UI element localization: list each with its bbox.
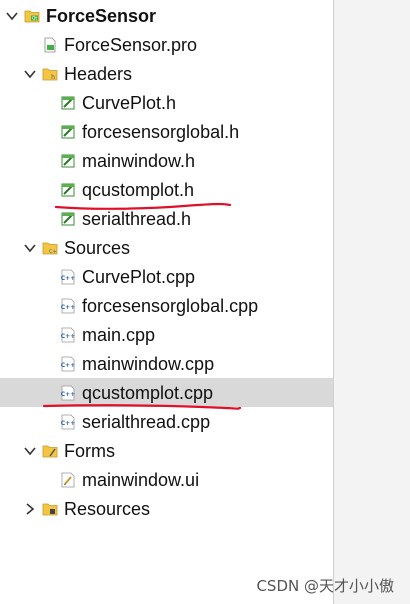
project-tree: Qt ForceSensor ForceSensor.pro h Headers…	[0, 0, 333, 604]
tree-item-source-file[interactable]: C++ serialthread.cpp	[0, 407, 333, 436]
tree-item-label: mainwindow.h	[82, 150, 196, 171]
tree-item-header-file[interactable]: qcustomplot.h	[0, 175, 333, 204]
chevron-down-icon[interactable]	[24, 445, 36, 457]
cpp-file-icon: C++	[60, 327, 76, 343]
tree-item-label: mainwindow.cpp	[82, 353, 215, 374]
tree-item-form-file[interactable]: mainwindow.ui	[0, 465, 333, 494]
forms-folder-icon	[42, 443, 58, 459]
tree-item-label: Resources	[64, 498, 151, 519]
tree-item-forms[interactable]: Forms	[0, 436, 333, 465]
cpp-file-icon: C++	[60, 414, 76, 430]
editor-pane	[334, 0, 410, 604]
project-explorer: Qt ForceSensor ForceSensor.pro h Headers…	[0, 0, 410, 604]
project-name: ForceSensor	[46, 5, 157, 26]
tree-item-header-file[interactable]: CurvePlot.h	[0, 88, 333, 117]
tree-item-label: serialthread.cpp	[82, 411, 211, 432]
tree-item-source-file[interactable]: C++ main.cpp	[0, 320, 333, 349]
svg-text:C++: C++	[61, 275, 75, 282]
tree-item-label: qcustomplot.cpp	[82, 382, 214, 403]
tree-item-label: ForceSensor.pro	[64, 34, 198, 55]
ui-file-icon	[60, 472, 76, 488]
tree-item-source-file[interactable]: C++ mainwindow.cpp	[0, 349, 333, 378]
tree-item-headers[interactable]: h Headers	[0, 59, 333, 88]
svg-text:Qt: Qt	[32, 15, 38, 21]
chevron-right-icon[interactable]	[24, 502, 36, 515]
watermark: CSDN @天才小小傲	[256, 577, 394, 595]
tree-item-header-file[interactable]: serialthread.h	[0, 204, 333, 233]
tree-item-label: serialthread.h	[82, 208, 192, 229]
header-file-icon	[60, 211, 76, 227]
resources-folder-icon	[42, 501, 58, 517]
tree-item-label: Forms	[64, 440, 115, 461]
project-folder-icon: Qt	[24, 8, 40, 24]
sources-folder-icon: C+	[42, 240, 58, 256]
chevron-down-icon[interactable]	[6, 10, 18, 22]
cpp-file-icon: C++	[60, 356, 76, 372]
chevron-down-icon[interactable]	[24, 68, 36, 80]
tree-item-label: CurvePlot.h	[82, 92, 177, 113]
header-file-icon	[60, 153, 76, 169]
header-file-icon	[60, 124, 76, 140]
cpp-file-icon: C++	[60, 385, 76, 401]
svg-text:h: h	[51, 74, 55, 81]
chevron-down-icon[interactable]	[24, 242, 36, 254]
tree-item-label: forcesensorglobal.cpp	[82, 295, 259, 316]
tree-item-label: CurvePlot.cpp	[82, 266, 196, 287]
cpp-file-icon: C++	[60, 269, 76, 285]
tree-item-source-file[interactable]: C++ CurvePlot.cpp	[0, 262, 333, 291]
svg-text:C++: C++	[61, 304, 75, 311]
tree-item-label: forcesensorglobal.h	[82, 121, 240, 142]
svg-text:C++: C++	[61, 391, 75, 398]
tree-item-label: mainwindow.ui	[82, 469, 200, 490]
cpp-file-icon: C++	[60, 298, 76, 314]
tree-item-header-file[interactable]: mainwindow.h	[0, 146, 333, 175]
tree-item-label: Headers	[64, 63, 133, 84]
tree-item-resources[interactable]: Resources	[0, 494, 333, 523]
tree-item-label: main.cpp	[82, 324, 156, 345]
tree-item-label: qcustomplot.h	[82, 179, 195, 200]
header-file-icon	[60, 95, 76, 111]
svg-text:C+: C+	[49, 249, 57, 255]
header-file-icon	[60, 182, 76, 198]
tree-item-sources[interactable]: C+ Sources	[0, 233, 333, 262]
tree-item-header-file[interactable]: forcesensorglobal.h	[0, 117, 333, 146]
tree-item-project[interactable]: Qt ForceSensor	[0, 1, 333, 30]
svg-text:C++: C++	[61, 420, 75, 427]
tree-item-pro-file[interactable]: ForceSensor.pro	[0, 30, 333, 59]
svg-text:C++: C++	[61, 333, 75, 340]
svg-text:C++: C++	[61, 362, 75, 369]
headers-folder-icon: h	[42, 66, 58, 82]
tree-item-source-file-selected[interactable]: C++ qcustomplot.cpp	[0, 378, 333, 407]
pro-file-icon	[42, 37, 58, 53]
tree-item-label: Sources	[64, 237, 131, 258]
tree-item-source-file[interactable]: C++ forcesensorglobal.cpp	[0, 291, 333, 320]
